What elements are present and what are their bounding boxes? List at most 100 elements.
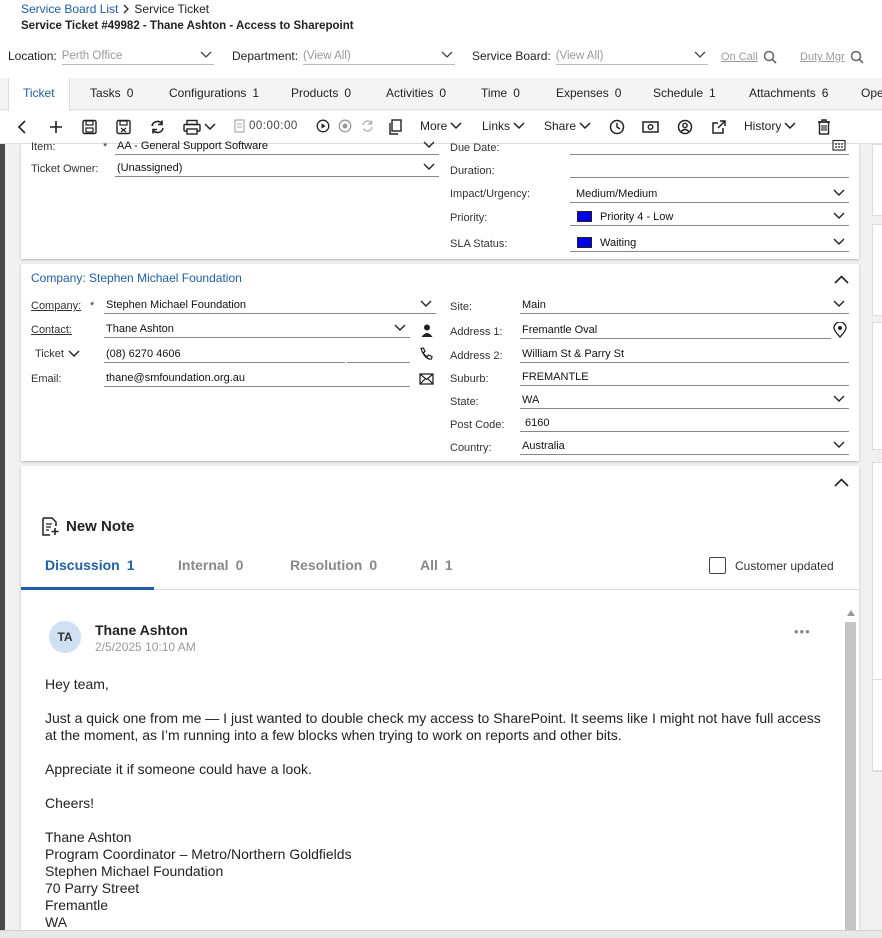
- print-button[interactable]: [183, 119, 216, 135]
- department-filter: Department: (View All): [232, 47, 456, 65]
- delete-button[interactable]: [817, 119, 831, 135]
- save-button[interactable]: [82, 119, 97, 135]
- breadcrumb-service-board-list[interactable]: Service Board List: [21, 2, 118, 16]
- save-and-close-button[interactable]: [116, 119, 131, 135]
- tab-attachments[interactable]: Attachments 6: [749, 78, 828, 110]
- address2-field[interactable]: William St & Parry St: [520, 346, 849, 363]
- time-entry-button[interactable]: [609, 119, 625, 135]
- post-code-field[interactable]: 6160: [520, 415, 849, 432]
- tab-all[interactable]: All 1: [420, 557, 453, 573]
- company-select[interactable]: Stephen Michael Foundation: [104, 297, 436, 314]
- contact-select[interactable]: Thane Ashton: [104, 321, 410, 338]
- site-select[interactable]: Main: [520, 297, 849, 314]
- share-menu[interactable]: Share: [544, 119, 591, 133]
- back-button[interactable]: [17, 119, 27, 135]
- sla-status-select[interactable]: Waiting: [570, 235, 849, 252]
- tab-expenses[interactable]: Expenses 0: [556, 78, 621, 110]
- tab-label: Ticket: [23, 86, 55, 100]
- tab-discussion[interactable]: Discussion 1: [45, 557, 135, 573]
- timer-stop-button[interactable]: [338, 119, 352, 133]
- duty-mgr-link[interactable]: Duty Mgr: [800, 50, 864, 64]
- history-label: History: [744, 119, 782, 133]
- collapse-icon[interactable]: [834, 275, 849, 284]
- suburb-label: Suburb:: [450, 373, 489, 385]
- phone-extension-field[interactable]: [347, 346, 410, 363]
- person-icon[interactable]: [421, 324, 433, 337]
- tab-products[interactable]: Products 0: [291, 78, 351, 110]
- tab-configurations[interactable]: Configurations 1: [169, 78, 259, 110]
- company-section-title[interactable]: Company: Stephen Michael Foundation: [31, 271, 242, 285]
- filter-bar: Location: Perth Office Department: (View…: [0, 47, 882, 67]
- address1-field[interactable]: Fremantle Oval: [520, 322, 831, 339]
- copy-button[interactable]: [388, 119, 403, 135]
- calendar-icon[interactable]: [832, 139, 846, 151]
- active-tab-indicator: [21, 587, 154, 590]
- save-close-icon: [116, 119, 131, 135]
- right-pod-tab[interactable]: [872, 322, 882, 450]
- scrollbar-thumb[interactable]: [845, 622, 856, 930]
- scroll-up-arrow[interactable]: [847, 610, 855, 616]
- open-external-button[interactable]: [711, 119, 727, 135]
- timer-play-button[interactable]: [316, 119, 330, 133]
- history-menu[interactable]: History: [744, 119, 796, 133]
- expense-button[interactable]: [642, 119, 659, 135]
- site-value: Main: [522, 299, 546, 311]
- state-select[interactable]: WA: [520, 392, 849, 409]
- tab-tasks[interactable]: Tasks 0: [90, 78, 133, 110]
- tab-internal[interactable]: Internal 0: [178, 557, 243, 573]
- sla-status-label: SLA Status:: [450, 238, 508, 250]
- contact-label[interactable]: Contact:: [31, 324, 72, 336]
- tab-time[interactable]: Time 0: [481, 78, 520, 110]
- more-menu[interactable]: More: [420, 119, 462, 133]
- tab-label: Expenses: [556, 86, 609, 100]
- company-label[interactable]: Company:: [31, 300, 81, 312]
- impact-urgency-select[interactable]: Medium/Medium: [570, 186, 849, 203]
- right-pod-tab[interactable]: [872, 144, 882, 216]
- tab-oper[interactable]: Oper: [861, 78, 882, 110]
- trash-icon: [818, 119, 830, 135]
- add-button[interactable]: [49, 119, 63, 135]
- customer-updated-checkbox[interactable]: Customer updated: [709, 557, 834, 574]
- note-add-icon: [42, 517, 59, 536]
- breadcrumb-current: Service Ticket: [134, 2, 210, 16]
- phone-type-select[interactable]: Ticket: [35, 348, 80, 360]
- country-select[interactable]: Australia: [520, 438, 849, 455]
- timer-reset-button[interactable]: [360, 119, 375, 133]
- tab-schedule[interactable]: Schedule 1: [653, 78, 716, 110]
- horizontal-scrollbar[interactable]: [0, 930, 882, 938]
- ticket-owner-select[interactable]: (Unassigned): [115, 160, 439, 177]
- contact-button[interactable]: [677, 119, 693, 135]
- suburb-field[interactable]: FREMANTLE: [520, 369, 849, 386]
- right-pod-tab[interactable]: [872, 679, 882, 771]
- item-select[interactable]: AA - General Support Software: [115, 138, 439, 155]
- note-more-menu[interactable]: •••: [794, 624, 811, 639]
- tab-activities[interactable]: Activities 0: [386, 78, 446, 110]
- location-filter: Location: Perth Office: [8, 47, 214, 65]
- tab-ticket[interactable]: Ticket: [8, 78, 70, 111]
- search-icon: [763, 50, 777, 64]
- ticket-owner-label: Ticket Owner:: [31, 163, 99, 175]
- phone-icon[interactable]: [419, 347, 433, 361]
- phone-value: (08) 6270 4606: [106, 348, 181, 360]
- right-pod-tab[interactable]: [872, 224, 882, 316]
- priority-select[interactable]: Priority 4 - Low: [570, 209, 849, 226]
- email-field[interactable]: thane@smfoundation.org.au: [104, 370, 410, 387]
- company-value: Stephen Michael Foundation: [106, 299, 247, 311]
- notes-scrollbar[interactable]: [844, 606, 857, 930]
- due-date-field[interactable]: [570, 138, 849, 155]
- money-icon: [642, 121, 659, 133]
- phone-field[interactable]: (08) 6270 4606: [104, 346, 345, 363]
- location-select[interactable]: Perth Office: [61, 47, 214, 65]
- department-select[interactable]: (View All): [303, 47, 456, 65]
- collapse-icon[interactable]: [834, 478, 849, 487]
- duration-field[interactable]: [570, 161, 849, 178]
- service-board-select[interactable]: (View All): [555, 47, 708, 65]
- map-pin-icon[interactable]: [833, 322, 847, 338]
- checkbox[interactable]: [709, 557, 726, 574]
- new-note-button[interactable]: New Note: [41, 517, 134, 536]
- on-call-link[interactable]: On Call: [721, 50, 777, 64]
- email-icon[interactable]: [419, 373, 434, 385]
- tab-resolution[interactable]: Resolution 0: [290, 557, 377, 573]
- links-menu[interactable]: Links: [482, 119, 525, 133]
- refresh-button[interactable]: [149, 119, 166, 135]
